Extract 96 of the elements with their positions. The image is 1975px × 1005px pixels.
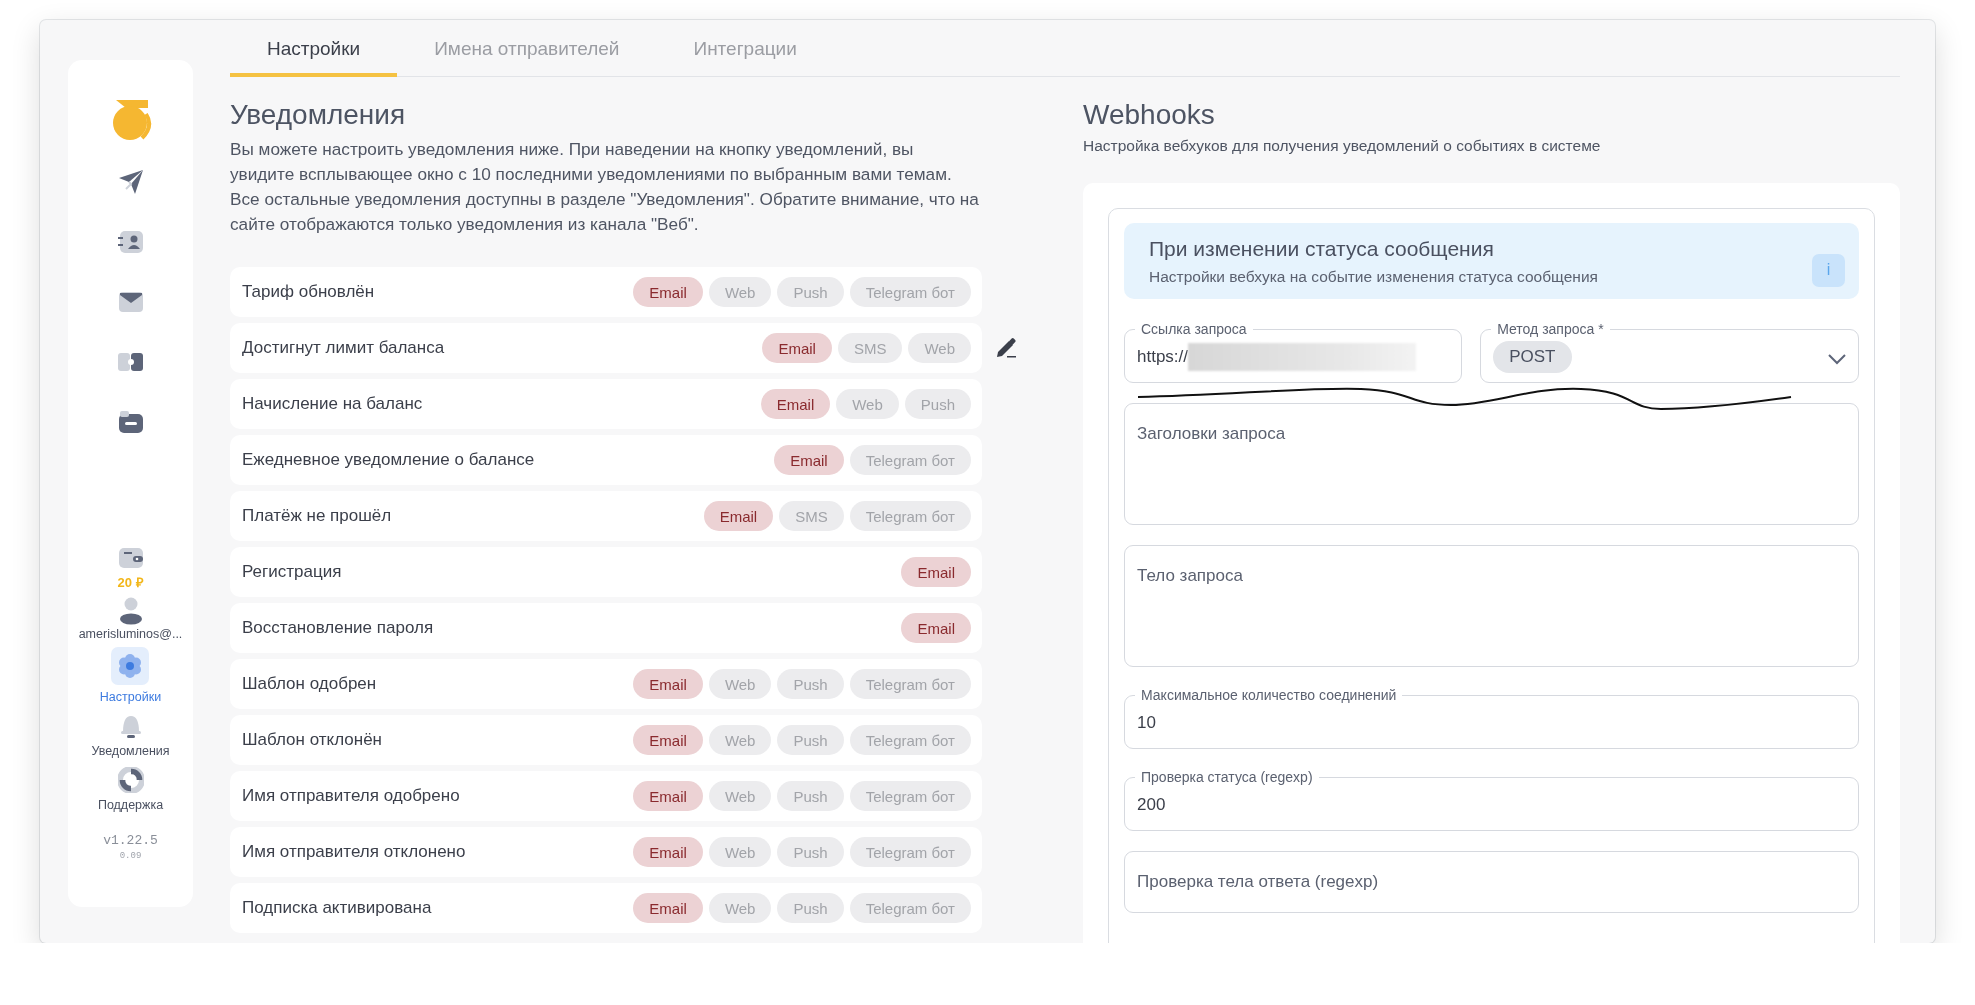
channel-toggle[interactable]: Push (777, 893, 844, 923)
channel-toggle[interactable]: Web (708, 781, 772, 811)
event-name: Начисление на баланс (242, 394, 424, 414)
settings-icon[interactable] (111, 647, 150, 685)
section-title: Webhooks (1083, 99, 1216, 131)
user-email[interactable]: amerisluminos@... (78, 627, 183, 641)
field-label: Максимальное количество соединений (1141, 687, 1397, 703)
channel-toggle[interactable]: Web (708, 837, 772, 867)
channel-toggle[interactable]: Email (901, 613, 971, 643)
channel-toggle[interactable]: Web (708, 893, 772, 923)
channel-toggle[interactable]: Email (762, 333, 832, 363)
channel-toggle[interactable]: Telegram бот (849, 277, 971, 307)
channel-toggle[interactable]: Telegram бот (849, 445, 971, 475)
event-name: Восстановление пароля (242, 618, 435, 638)
event-subtitle: Настройки вебхука на событие изменения статуса сообщения (1149, 267, 1599, 286)
channel-toggle[interactable]: Email (633, 781, 703, 811)
user-icon[interactable] (118, 597, 143, 625)
field-value: https:// (1137, 346, 1189, 367)
channel-toggle[interactable]: Web (708, 277, 772, 307)
lifebuoy-icon[interactable] (117, 767, 144, 793)
nav-label[interactable]: Уведомления (91, 744, 170, 758)
build-label: 0.09 (119, 851, 142, 861)
version-label: v1.22.5 (103, 833, 158, 848)
channel-toggle[interactable]: Telegram бот (849, 893, 971, 923)
channel-toggle[interactable]: Push (777, 277, 844, 307)
field-label: Ссылка запроса (1141, 321, 1247, 337)
tab[interactable]: Настройки (230, 20, 398, 77)
event-name: Шаблон отклонён (242, 730, 383, 750)
field-label: Метод запроса * (1497, 321, 1604, 337)
event-name: Шаблон одобрен (242, 674, 378, 694)
event-name: Регистрация (242, 562, 343, 582)
channel-toggle[interactable]: Push (777, 669, 844, 699)
channel-toggle[interactable]: Email (774, 445, 844, 475)
channel-toggle[interactable]: Telegram бот (849, 669, 971, 699)
channel-toggle[interactable]: Email (901, 557, 971, 587)
input-field[interactable]: Проверка тела ответа (regexp) (1124, 851, 1859, 913)
event-name: Имя отправителя отклонено (242, 842, 467, 862)
channel-toggle[interactable]: Email (633, 837, 703, 867)
channel-toggle[interactable]: Email (633, 669, 703, 699)
event-name: Ежедневное уведомление о балансе (242, 450, 536, 470)
url-field[interactable]: Ссылка запроса https:// (1124, 321, 1463, 383)
channel-toggle[interactable]: SMS (779, 501, 844, 531)
channel-toggle[interactable]: SMS (837, 333, 903, 363)
channel-toggle[interactable]: Push (777, 725, 844, 755)
event-name: Имя отправителя одобрено (242, 786, 461, 806)
event-name: Достигнут лимит баланса (242, 338, 446, 358)
section-title: Уведомления (230, 99, 407, 131)
nav-label[interactable]: Настройки (99, 690, 162, 704)
nav-label[interactable]: Поддержка (97, 798, 164, 812)
channel-toggle[interactable]: Telegram бот (849, 837, 971, 867)
pencil-icon[interactable] (995, 337, 1017, 359)
textarea-field[interactable]: Тело запроса (1124, 545, 1859, 667)
contact-card-icon[interactable] (117, 230, 144, 254)
event-title: При изменении статуса сообщения (1149, 236, 1495, 261)
input-field[interactable]: Проверка статуса (regexp) 200 (1124, 769, 1859, 831)
field-label: Проверка статуса (regexp) (1141, 769, 1313, 785)
chevron-down-icon (1828, 354, 1846, 365)
event-name: Тариф обновлён (242, 282, 376, 302)
channel-toggle[interactable]: Telegram бот (849, 725, 971, 755)
field-placeholder: Заголовки запроса (1137, 424, 1286, 443)
textarea-field[interactable]: Заголовки запроса (1124, 403, 1859, 525)
field-placeholder: Тело запроса (1137, 566, 1243, 585)
folder-minus-icon[interactable] (117, 410, 144, 434)
channel-toggle[interactable]: Telegram бот (849, 501, 971, 531)
channel-toggle[interactable]: Telegram бот (849, 781, 971, 811)
field-value: 10 (1137, 712, 1156, 733)
event-name: Платёж не прошёл (242, 506, 393, 526)
field-value: 200 (1137, 794, 1166, 815)
section-description: Настройка вебхуков для получения уведомлений о событиях в системе (1083, 137, 1602, 155)
channel-toggle[interactable]: Web (708, 725, 772, 755)
channel-toggle[interactable]: Push (777, 837, 844, 867)
channel-toggle[interactable]: Email (703, 501, 774, 531)
channel-toggle[interactable]: Email (633, 277, 703, 307)
channel-toggle[interactable]: Email (760, 389, 831, 419)
method-select[interactable]: Метод запроса * POST (1480, 321, 1859, 383)
channel-toggle[interactable]: Email (633, 725, 703, 755)
field-placeholder: Проверка тела ответа (regexp) (1137, 872, 1379, 892)
tab[interactable]: Имена отправителей (397, 20, 657, 77)
channel-toggle[interactable]: Email (633, 893, 703, 923)
section-description: Вы можете настроить уведомления ниже. При наведении на кнопку уведомлений, вы увидите всплывающее окно с 10 последними уведомлениями по выбранным вами темам. Все остальные уведомления доступны в разделе "Уведомления". Обратите внимание, что на сайте отображаются только уведомления из канала "Веб". (230, 138, 980, 236)
channel-toggle[interactable]: Web (836, 389, 899, 419)
info-button[interactable]: i (1812, 253, 1845, 287)
bell-icon[interactable] (118, 713, 143, 739)
event-name: Подписка активирована (242, 898, 433, 918)
tab[interactable]: Интеграции (656, 20, 834, 77)
channel-toggle[interactable]: Push (777, 781, 844, 811)
channel-toggle[interactable]: Push (904, 389, 971, 419)
wallet-icon[interactable] (117, 547, 144, 569)
envelope-icon[interactable] (117, 291, 144, 313)
blocks-icon[interactable] (116, 351, 145, 373)
paper-plane-icon[interactable] (117, 169, 144, 195)
channel-toggle[interactable]: Web (708, 669, 772, 699)
method-chip: POST (1493, 340, 1572, 373)
input-field[interactable]: Максимальное количество соединений 10 (1124, 687, 1859, 749)
channel-toggle[interactable]: Web (908, 333, 971, 363)
balance-amount: 20 ₽ (117, 574, 144, 591)
